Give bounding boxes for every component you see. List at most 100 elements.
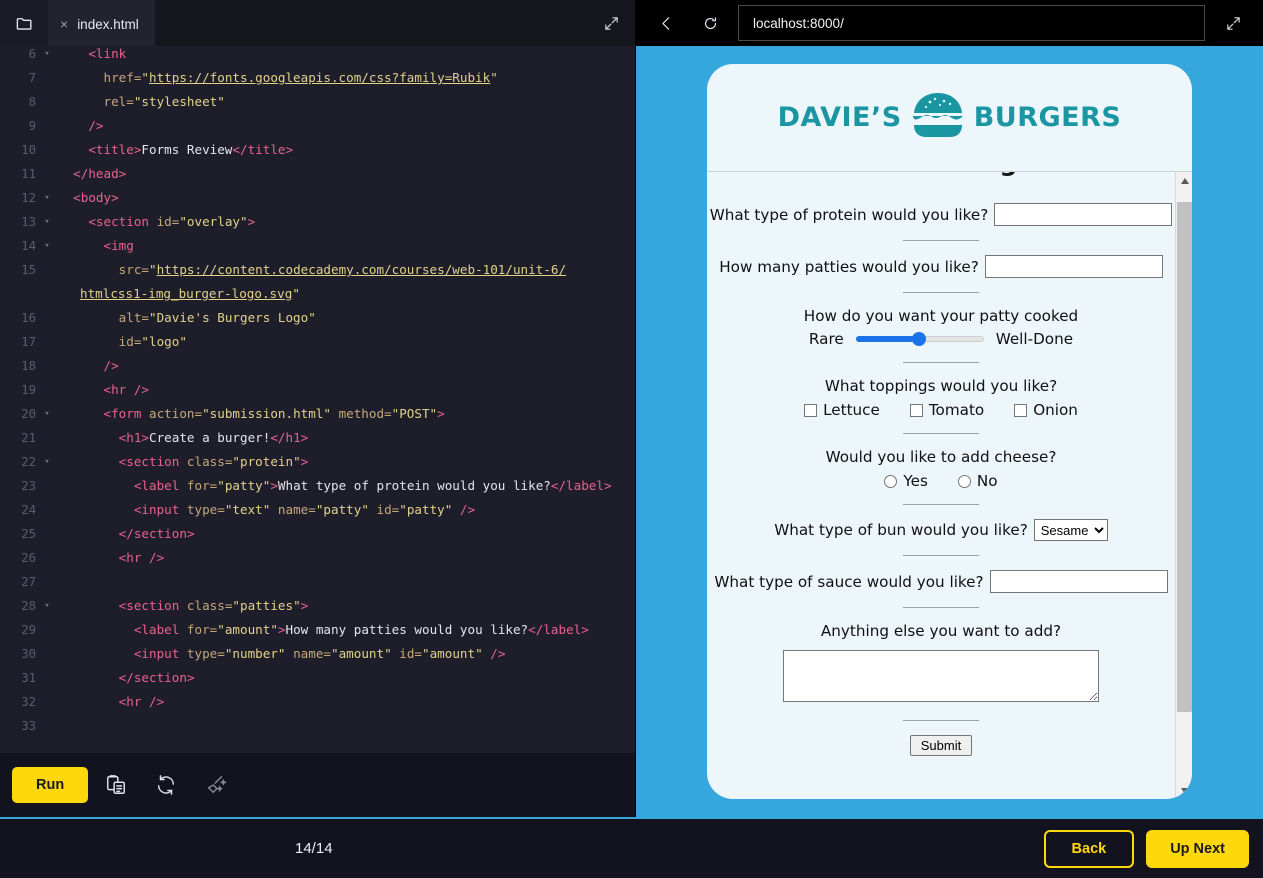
- divider: [903, 555, 979, 556]
- protein-input[interactable]: [994, 203, 1173, 226]
- cheese-option[interactable]: No: [957, 472, 998, 490]
- address-bar[interactable]: localhost:8000/: [738, 5, 1205, 41]
- code-line: 31 </section>: [0, 666, 635, 690]
- code-line: 26 <hr />: [0, 546, 635, 570]
- bun-select[interactable]: Sesame: [1033, 519, 1108, 541]
- slider-min-label: Rare: [808, 330, 844, 348]
- folder-icon[interactable]: [0, 0, 48, 46]
- line-number: 30: [21, 647, 36, 661]
- radio-button[interactable]: [884, 474, 898, 488]
- form-scroll-region: Create a burger! What type of protein wo…: [707, 172, 1192, 799]
- line-number: 19: [21, 383, 36, 397]
- protein-field-row: What type of protein would you like?: [707, 203, 1175, 226]
- divider: [903, 433, 979, 434]
- code-text: <input type="text" name="patty" id="patt…: [58, 502, 476, 517]
- code-text: <img: [58, 238, 134, 253]
- line-number: 27: [21, 575, 36, 589]
- code-text: />: [58, 118, 104, 133]
- toppings-options: Lettuce Tomato Onion: [707, 401, 1175, 419]
- run-button[interactable]: Run: [12, 767, 89, 803]
- cheese-option[interactable]: Yes: [884, 472, 928, 490]
- code-line: 29 <label for="amount">How many patties …: [0, 618, 635, 642]
- code-line: 12 ▾ <body>: [0, 186, 635, 210]
- topping-option[interactable]: Tomato: [909, 401, 984, 419]
- code-line: 23 <label for="patty">What type of prote…: [0, 474, 635, 498]
- page-card: DAVIE’S BURGERS What type of protein wou…: [707, 64, 1192, 799]
- sauce-label: What type of sauce would you like?: [714, 572, 984, 591]
- checkbox[interactable]: [909, 403, 923, 417]
- doneness-slider[interactable]: [855, 332, 984, 346]
- browser-expand-icon[interactable]: [1211, 3, 1255, 43]
- back-button[interactable]: Back: [1043, 829, 1135, 868]
- main-split: × index.html 6 ▾ <link 7 href="https://fon…: [0, 0, 1263, 817]
- code-text: id="logo": [58, 334, 187, 349]
- cheese-options: Yes No: [707, 472, 1175, 490]
- checkbox[interactable]: [804, 403, 818, 417]
- file-tab-index-html[interactable]: × index.html: [48, 0, 155, 46]
- radio-button[interactable]: [957, 474, 971, 488]
- fold-toggle-icon[interactable]: ▾: [36, 402, 58, 426]
- reload-icon[interactable]: [688, 3, 732, 43]
- fold-toggle-icon[interactable]: ▾: [36, 46, 58, 66]
- scrollbar-thumb[interactable]: [1177, 202, 1192, 712]
- codecademy-lesson-window: × index.html 6 ▾ <link 7 href="https://fon…: [0, 0, 1263, 878]
- editor-tab-bar: × index.html: [0, 0, 635, 46]
- line-number: 32: [21, 695, 36, 709]
- code-text: rel="stylesheet": [58, 94, 225, 109]
- fold-toggle-icon[interactable]: ▾: [36, 186, 58, 210]
- code-text: />: [58, 358, 119, 373]
- fold-toggle-icon[interactable]: ▾: [36, 210, 58, 234]
- up-next-button[interactable]: Up Next: [1146, 829, 1249, 868]
- code-editor-area[interactable]: 6 ▾ <link 7 href="https://fonts.googleapis…: [0, 46, 635, 753]
- sauce-field-row: What type of sauce would you like?: [707, 570, 1175, 593]
- topping-option[interactable]: Lettuce: [804, 401, 880, 419]
- code-text: <body>: [58, 190, 119, 205]
- cooked-field-row: How do you want your patty cooked Rare W…: [707, 307, 1175, 348]
- format-broom-icon[interactable]: [194, 763, 238, 807]
- lesson-bottom-bar: 14/14 Back Up Next: [0, 817, 1263, 878]
- burger-form: Create a burger! What type of protein wo…: [707, 172, 1175, 796]
- code-line: 28 ▾ <section class="patties">: [0, 594, 635, 618]
- code-line: 16 alt="Davie's Burgers Logo": [0, 306, 635, 330]
- submit-button[interactable]: Submit: [909, 735, 973, 756]
- code-editor-pane: × index.html 6 ▾ <link 7 href="https://fon…: [0, 0, 636, 817]
- back-chevron-icon[interactable]: [644, 3, 688, 43]
- line-number: 31: [21, 671, 36, 685]
- code-text: <input type="number" name="amount" id="a…: [58, 646, 506, 661]
- line-number: 20: [21, 407, 36, 421]
- extra-textarea[interactable]: [783, 650, 1099, 702]
- preview-scrollbar[interactable]: [1175, 172, 1192, 799]
- line-number: 13: [21, 215, 36, 229]
- cheese-field-row: Would you like to add cheese? Yes No: [707, 448, 1175, 490]
- site-logo: DAVIE’S BURGERS: [707, 64, 1192, 172]
- cooked-label: How do you want your patty cooked: [803, 307, 1079, 325]
- code-line: 14 ▾ <img: [0, 234, 635, 258]
- patties-input[interactable]: [984, 255, 1163, 278]
- editor-toolbar: Run: [0, 753, 635, 817]
- fold-toggle-icon[interactable]: ▾: [36, 450, 58, 474]
- close-icon[interactable]: ×: [60, 17, 68, 31]
- scroll-up-icon[interactable]: [1176, 172, 1192, 189]
- editor-expand-icon[interactable]: [587, 0, 635, 46]
- reset-icon[interactable]: [144, 763, 188, 807]
- topping-option[interactable]: Onion: [1014, 401, 1078, 419]
- code-line: 13 ▾ <section id="overlay">: [0, 210, 635, 234]
- line-number: 11: [21, 167, 36, 181]
- code-text: <form action="submission.html" method="P…: [58, 406, 445, 421]
- scroll-down-icon[interactable]: [1176, 782, 1192, 799]
- checkbox[interactable]: [1014, 403, 1028, 417]
- fold-toggle-icon[interactable]: ▾: [36, 234, 58, 258]
- sauce-input[interactable]: [989, 570, 1168, 593]
- code-text: <hr />: [58, 550, 165, 565]
- page-title: Create a burger!: [707, 172, 1175, 177]
- cheese-label: Would you like to add cheese?: [825, 448, 1057, 466]
- code-text: href="https://fonts.googleapis.com/css?f…: [58, 70, 498, 85]
- clipboard-icon[interactable]: [94, 763, 138, 807]
- code-line: 27: [0, 570, 635, 594]
- code-line: 20 ▾ <form action="submission.html" metho…: [0, 402, 635, 426]
- tab-bar-spacer: [154, 0, 587, 46]
- code-text: <section class="protein">: [58, 454, 309, 469]
- slider-thumb[interactable]: [911, 332, 926, 346]
- fold-toggle-icon[interactable]: ▾: [36, 594, 58, 618]
- line-number: 14: [21, 239, 36, 253]
